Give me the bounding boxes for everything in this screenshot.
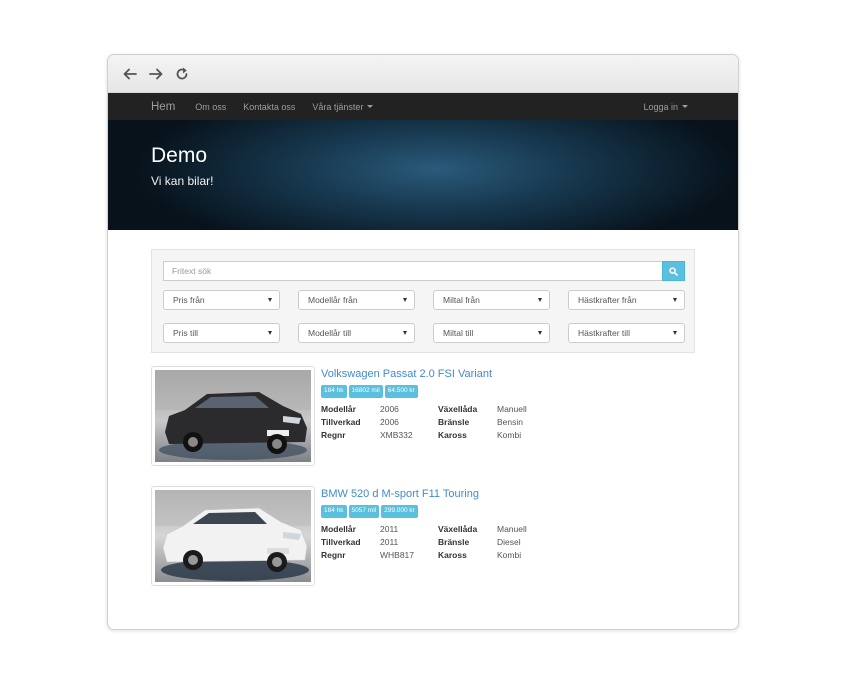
mileage-badge: 16802 mil <box>348 385 383 398</box>
spec-table: Modellår 2006 Växellåda Manuell Tillverk… <box>321 404 701 440</box>
nav-brand-home[interactable]: Hem <box>151 101 175 113</box>
spec-value: 2006 <box>380 403 399 414</box>
spec-table: Modellår 2011 Växellåda Manuell Tillverk… <box>321 524 701 560</box>
badge-group: 184 hk 5057 mil 299.000 kr <box>321 505 701 518</box>
select-horsepower-from[interactable]: Hästkrafter från <box>568 290 685 310</box>
select-horsepower-to[interactable]: Hästkrafter till <box>568 323 685 343</box>
dropdown-arrow-icon <box>673 298 677 302</box>
dropdown-arrow-icon <box>538 298 542 302</box>
select-price-to[interactable]: Pris till <box>163 323 280 343</box>
top-navbar: Hem Om oss Kontakta oss Våra tjänster Lo… <box>108 93 738 120</box>
spec-label: Tillverkad <box>321 416 361 427</box>
spec-label: Regnr <box>321 549 346 560</box>
hero-title: Demo <box>151 144 208 167</box>
filter-row-from: Pris från Modellår från Miltal från Häst… <box>163 290 685 310</box>
car-thumbnail[interactable] <box>151 366 315 466</box>
dropdown-arrow-icon <box>403 298 407 302</box>
spec-label: Växellåda <box>438 403 478 414</box>
car-photo-passat <box>155 370 311 462</box>
car-title-link[interactable]: Volkswagen Passat 2.0 FSI Variant <box>321 368 701 380</box>
spec-value: Manuell <box>497 523 527 534</box>
hero-banner: Demo Vi kan bilar! <box>108 120 738 230</box>
spec-value: Kombi <box>497 549 522 560</box>
filter-row-to: Pris till Modellår till Miltal till Häst… <box>163 323 685 343</box>
car-title-link[interactable]: BMW 520 d M-sport F11 Touring <box>321 488 701 500</box>
car-info: Volkswagen Passat 2.0 FSI Variant 184 hk… <box>321 368 701 440</box>
spec-value: XMB332 <box>380 429 413 440</box>
spec-value: Kombi <box>497 429 522 440</box>
spec-label: Modellår <box>321 403 356 414</box>
spec-value: 2011 <box>380 536 399 547</box>
select-model-year-to[interactable]: Modellår till <box>298 323 415 343</box>
search-row <box>163 261 685 281</box>
search-input[interactable] <box>163 261 662 281</box>
dropdown-arrow-icon <box>268 331 272 335</box>
nav-dropdown-services[interactable]: Våra tjänster <box>312 101 374 112</box>
select-mileage-from[interactable]: Miltal från <box>433 290 550 310</box>
spec-label: Kaross <box>438 549 467 560</box>
hero-subtitle: Vi kan bilar! <box>151 174 214 188</box>
select-mileage-to[interactable]: Miltal till <box>433 323 550 343</box>
car-listing: Volkswagen Passat 2.0 FSI Variant 184 hk… <box>151 366 711 466</box>
nav-link-about[interactable]: Om oss <box>195 102 226 112</box>
select-price-from[interactable]: Pris från <box>163 290 280 310</box>
spec-label: Växellåda <box>438 523 478 534</box>
price-badge: 64.500 kr <box>384 385 418 398</box>
spec-label: Tillverkad <box>321 536 361 547</box>
dropdown-arrow-icon <box>403 331 407 335</box>
forward-arrow-icon[interactable] <box>148 66 164 82</box>
nav-dropdown-services-label: Våra tjänster <box>312 101 364 112</box>
browser-window: Hem Om oss Kontakta oss Våra tjänster Lo… <box>107 54 739 630</box>
spec-value: 2006 <box>380 416 399 427</box>
select-model-year-from[interactable]: Modellår från <box>298 290 415 310</box>
car-listing: BMW 520 d M-sport F11 Touring 184 hk 505… <box>151 486 711 586</box>
search-button[interactable] <box>662 261 685 281</box>
search-icon <box>669 266 678 276</box>
search-panel: Pris från Modellår från Miltal från Häst… <box>151 249 695 353</box>
spec-label: Bränsle <box>438 416 470 427</box>
spec-label: Modellår <box>321 523 356 534</box>
mileage-badge: 5057 mil <box>348 505 380 518</box>
spec-label: Kaross <box>438 429 467 440</box>
spec-label: Bränsle <box>438 536 470 547</box>
price-badge: 299.000 kr <box>381 505 418 518</box>
dropdown-arrow-icon <box>673 331 677 335</box>
badge-group: 184 hk 16802 mil 64.500 kr <box>321 385 701 398</box>
caret-down-icon <box>682 105 688 108</box>
nav-link-contact[interactable]: Kontakta oss <box>243 102 295 112</box>
spec-value: Bensin <box>497 416 523 427</box>
nav-dropdown-login[interactable]: Logga in <box>643 102 688 112</box>
spec-label: Regnr <box>321 429 346 440</box>
browser-toolbar <box>108 55 738 93</box>
reload-icon[interactable] <box>174 66 190 82</box>
car-info: BMW 520 d M-sport F11 Touring 184 hk 505… <box>321 488 701 560</box>
car-thumbnail[interactable] <box>151 486 315 586</box>
back-arrow-icon[interactable] <box>122 66 138 82</box>
dropdown-arrow-icon <box>268 298 272 302</box>
horsepower-badge: 184 hk <box>321 385 347 398</box>
horsepower-badge: 184 hk <box>321 505 347 518</box>
caret-down-icon <box>367 105 374 108</box>
spec-value: Manuell <box>497 403 527 414</box>
spec-value: 2011 <box>380 523 399 534</box>
nav-login-label: Logga in <box>643 101 678 112</box>
spec-value: Diesel <box>497 536 521 547</box>
car-photo-bmw <box>155 490 311 582</box>
dropdown-arrow-icon <box>538 331 542 335</box>
spec-value: WHB817 <box>380 549 415 560</box>
